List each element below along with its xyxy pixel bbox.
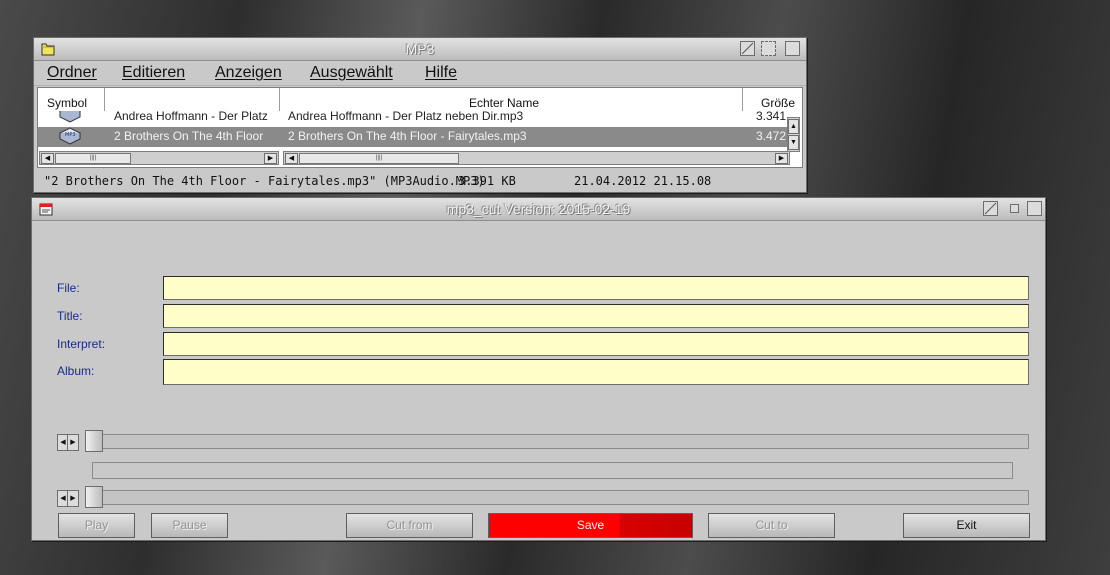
position-bar	[92, 462, 1013, 479]
cut-to-stepper[interactable]: ◀ ▶	[57, 490, 79, 507]
mp3-window-titlebar[interactable]: MP3	[34, 38, 806, 61]
iconify-icon[interactable]	[761, 41, 776, 56]
row-size: 3.472.	[756, 129, 790, 143]
title-input[interactable]	[163, 304, 1029, 328]
cut-to-button[interactable]: Cut to	[708, 513, 835, 538]
album-input[interactable]	[163, 359, 1029, 385]
mp3-cut-titlebar[interactable]: mp3_cut Version: 2015-02-19	[32, 198, 1045, 221]
scroll-left-icon[interactable]: ◀	[41, 153, 54, 164]
step-right-icon[interactable]: ▶	[67, 434, 79, 451]
cut-from-stepper[interactable]: ◀ ▶	[57, 434, 79, 451]
menu-editieren[interactable]: Editieren	[122, 64, 185, 82]
menu-ausgewaehlt[interactable]: Ausgewählt	[310, 64, 393, 82]
row-real-name: 2 Brothers On The 4th Floor - Fairytales…	[288, 129, 527, 143]
svg-text:MP3: MP3	[65, 132, 76, 138]
pause-button[interactable]: Pause	[151, 513, 228, 538]
interpret-input[interactable]	[163, 332, 1029, 356]
menu-hilfe[interactable]: Hilfe	[425, 64, 457, 82]
exit-button[interactable]: Exit	[903, 513, 1030, 538]
cut-from-slider-knob[interactable]	[85, 430, 103, 452]
menu-ordner[interactable]: Ordner	[47, 64, 97, 82]
mp3-file-window: MP3 Ordner Editieren Anzeigen Ausgewählt…	[33, 37, 807, 193]
step-right-icon[interactable]: ▶	[67, 490, 79, 507]
iconify-icon[interactable]	[1010, 204, 1019, 213]
zoom-icon[interactable]	[740, 41, 755, 56]
mp3-file-icon: MP3	[58, 127, 82, 145]
depth-icon[interactable]	[1027, 201, 1042, 216]
row-real-name: Andrea Hoffmann - Der Platz neben Dir.mp…	[288, 111, 524, 123]
scroll-thumb[interactable]: ||||	[299, 153, 459, 164]
status-filename: "2 Brothers On The 4th Floor - Fairytale…	[44, 174, 485, 188]
title-label: Title:	[57, 309, 83, 323]
mp3-file-icon	[58, 111, 82, 123]
row-left-name: 2 Brothers On The 4th Floor	[114, 129, 264, 143]
cut-from-slider-track[interactable]	[88, 434, 1029, 449]
table-row[interactable]: MP3 2 Brothers On The 4th Floor 2 Brothe…	[38, 127, 790, 147]
scroll-left-icon[interactable]: ◀	[285, 153, 298, 164]
mp3-cut-title: mp3_cut Version: 2015-02-19	[446, 201, 631, 217]
save-button[interactable]: Save	[488, 513, 693, 538]
menubar: Ordner Editieren Anzeigen Ausgewählt Hil…	[34, 61, 806, 86]
scroll-right-icon[interactable]: ▶	[264, 153, 277, 164]
play-button[interactable]: Play	[58, 513, 135, 538]
scroll-up-icon[interactable]: ▲	[788, 119, 799, 134]
scroll-thumb[interactable]: ||||	[55, 153, 131, 164]
column-groesse-label: Größe	[761, 96, 796, 110]
cut-from-button[interactable]: Cut from	[346, 513, 473, 538]
depth-icon[interactable]	[785, 41, 800, 56]
status-bar: "2 Brothers On The 4th Floor - Fairytale…	[34, 168, 806, 192]
column-echter-name-label: Echter Name	[469, 96, 540, 110]
menu-anzeigen[interactable]: Anzeigen	[215, 64, 282, 82]
file-label: File:	[57, 281, 80, 295]
row-left-name: Andrea Hoffmann - Der Platz	[114, 111, 268, 123]
table-row[interactable]: Andrea Hoffmann - Der Platz Andrea Hoffm…	[38, 111, 788, 125]
row-size: 3.341.	[756, 111, 788, 123]
file-list: Symbol Echter Name Größe Andrea Hoffmann…	[37, 87, 803, 168]
album-label: Album:	[57, 364, 95, 378]
right-horizontal-scrollbar[interactable]: ◀ |||| ▶	[283, 151, 790, 165]
scroll-down-icon[interactable]: ▼	[788, 135, 799, 150]
zoom-icon[interactable]	[983, 201, 998, 216]
column-symbol-label: Symbol	[47, 96, 88, 110]
mp3-window-title: MP3	[405, 41, 435, 57]
scroll-right-icon[interactable]: ▶	[775, 153, 788, 164]
status-date: 21.04.2012 21.15.08	[574, 174, 712, 188]
status-size: 3.391 KB	[458, 174, 516, 188]
mp3-cut-window: mp3_cut Version: 2015-02-19 File: Title:…	[31, 197, 1046, 541]
left-horizontal-scrollbar[interactable]: ◀ |||| ▶	[39, 151, 279, 165]
cut-to-slider-knob[interactable]	[85, 486, 103, 508]
list-vertical-scrollbar[interactable]: ▲ ▼	[787, 117, 800, 152]
file-input[interactable]	[163, 276, 1029, 300]
interpret-label: Interpret:	[57, 337, 106, 351]
cut-to-slider-track[interactable]	[88, 490, 1029, 505]
